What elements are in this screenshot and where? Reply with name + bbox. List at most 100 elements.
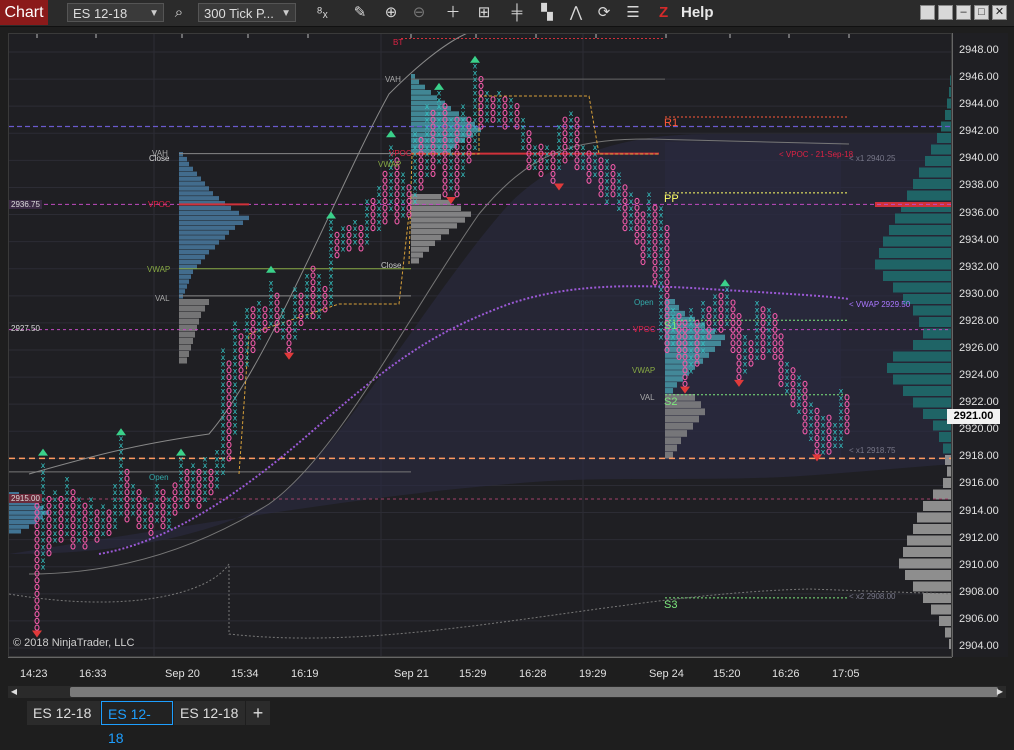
bar-type-selector[interactable]: 300 Tick P... ▼ — [198, 3, 296, 22]
horizontal-scrollbar[interactable]: ◀ ▶ — [8, 686, 1006, 698]
pnf-x-box: x — [809, 434, 814, 443]
pnf-o-box — [136, 489, 142, 496]
price-axis[interactable]: 2948.00 2946.00 2944.00 2942.00 2940.00 2938.… — [952, 33, 1008, 657]
properties-icon[interactable]: ☰ — [623, 3, 643, 23]
price-tick-label: 2928.00 — [959, 314, 999, 327]
pnf-o-box — [238, 333, 244, 340]
pnf-o-box — [394, 218, 400, 225]
chart-panel[interactable]: xxxxxxxxxxxxxxxxxxxxxxxxxxxxxxxxxxxxxxxx… — [8, 33, 952, 657]
pnf-x-box: x — [839, 441, 844, 450]
scroll-thumb[interactable] — [70, 687, 998, 697]
tab-instrument[interactable]: ES 12-18 — [27, 701, 100, 725]
chart-menu-button[interactable]: Chart — [0, 0, 48, 25]
crosshair-icon[interactable]: ＋ — [443, 3, 463, 23]
pnf-o-box — [46, 522, 52, 530]
add-tab-button[interactable]: + — [246, 701, 270, 725]
pnf-x-box: x — [473, 143, 478, 152]
strategies-icon[interactable]: ▚ — [537, 3, 557, 23]
pnf-o-box — [478, 109, 484, 117]
pnf-o-box — [274, 312, 280, 320]
pnf-o-box — [226, 421, 232, 428]
pnf-o-box — [226, 367, 232, 374]
volume-profile-bar — [179, 235, 225, 240]
data-series-icon[interactable]: ⁸ₓ — [312, 3, 332, 23]
price-tick-label: 2906.00 — [959, 612, 999, 625]
time-tick-label: 14:23 — [20, 668, 48, 680]
composite-profile-bar — [943, 478, 951, 488]
pnf-o-box — [226, 448, 232, 455]
volume-profile-bar — [411, 246, 429, 252]
pnf-o-box — [226, 441, 232, 448]
pnf-o-box — [94, 516, 100, 523]
pnf-o-box — [34, 597, 40, 604]
price-tick-label: 2914.00 — [959, 504, 999, 517]
volume-profile-bar — [179, 166, 193, 172]
scroll-left-icon[interactable]: ◀ — [8, 686, 20, 698]
pnf-x-box: x — [497, 116, 502, 125]
pnf-o-box — [322, 306, 328, 313]
pnf-o-box — [346, 231, 352, 239]
volume-profile-bar — [9, 529, 21, 534]
zoom-out-icon[interactable]: ⊖ — [409, 3, 429, 23]
tab-instrument[interactable]: ES 12-18 — [174, 701, 245, 725]
pnf-o-box — [46, 529, 52, 537]
volume-profile-bar — [665, 376, 683, 382]
point-and-figure-chart: xxxxxxxxxxxxxxxxxxxxxxxxxxxxxxxxxxxxxxxx… — [9, 34, 951, 656]
pnf-o-box — [310, 312, 316, 320]
pnf-x-box: x — [437, 156, 442, 165]
pnf-x-box: x — [365, 238, 370, 247]
pnf-o-box — [148, 522, 154, 530]
volume-profile-bar — [179, 250, 209, 255]
pnf-o-box — [196, 502, 202, 509]
chevron-down-icon: ▼ — [281, 8, 291, 19]
search-icon[interactable]: ⌕ — [169, 3, 189, 23]
pnf-o-box — [454, 177, 460, 184]
tab-instrument-active[interactable]: ES 12-18 — [101, 701, 173, 746]
zoom-in-icon[interactable]: ⊕ — [381, 3, 401, 23]
pnf-o-box — [250, 333, 256, 340]
pnf-o-box — [184, 475, 190, 482]
minimize-icon[interactable]: – — [956, 5, 971, 20]
draw-pencil-icon[interactable]: ✎ — [350, 3, 370, 23]
tile-window-icon[interactable] — [938, 5, 953, 20]
help-menu[interactable]: Help — [681, 3, 714, 23]
data-box-icon[interactable]: ⊞ — [474, 3, 494, 23]
composite-profile-bar — [931, 604, 951, 615]
composite-profile-bar — [917, 512, 951, 523]
pnf-o-box — [58, 502, 64, 509]
volume-profile-bar — [179, 338, 193, 344]
refresh-icon[interactable]: ⟳ — [594, 3, 614, 23]
scroll-right-icon[interactable]: ▶ — [994, 686, 1006, 698]
pnf-o-box — [454, 170, 460, 178]
composite-profile-bar — [937, 133, 951, 143]
pnf-o-box — [430, 170, 436, 178]
price-tick-label: 2910.00 — [959, 558, 999, 571]
up-triangle-marker — [386, 130, 396, 138]
composite-profile-bar — [905, 570, 951, 580]
indicators-icon[interactable]: ⋀ — [566, 3, 586, 23]
pnf-o-box — [346, 245, 352, 252]
pnf-x-box: x — [743, 366, 748, 375]
price-tick-label: 2936.00 — [959, 206, 999, 219]
pnf-o-box — [34, 610, 40, 618]
price-tick-label: 2904.00 — [959, 640, 999, 652]
bar-style-icon[interactable]: ╪ — [507, 3, 527, 23]
time-axis[interactable]: 14:23 16:33 Sep 20 15:34 16:19 Sep 21 15:29 16:… — [8, 657, 952, 685]
pnf-x-box: x — [701, 346, 706, 355]
pnf-x-box: x — [461, 170, 466, 179]
close-icon[interactable]: ✕ — [992, 5, 1007, 20]
instrument-selector[interactable]: ES 12-18 ▼ — [67, 3, 164, 22]
pnf-o-box — [370, 224, 376, 232]
composite-profile-bar — [913, 305, 951, 316]
composite-profile-bar — [913, 179, 951, 189]
maximize-icon[interactable]: □ — [974, 5, 989, 20]
pnf-o-box — [358, 231, 364, 239]
pnf-o-box — [502, 96, 508, 103]
pnf-x-box: x — [659, 332, 664, 341]
pivot-s1-label: S1 — [664, 320, 678, 332]
tile-window-icon[interactable] — [920, 5, 935, 20]
pnf-x-box: x — [353, 238, 358, 247]
pnf-x-box: x — [89, 529, 94, 538]
profile-label: VWAP — [632, 366, 656, 375]
pnf-o-box — [226, 360, 232, 367]
